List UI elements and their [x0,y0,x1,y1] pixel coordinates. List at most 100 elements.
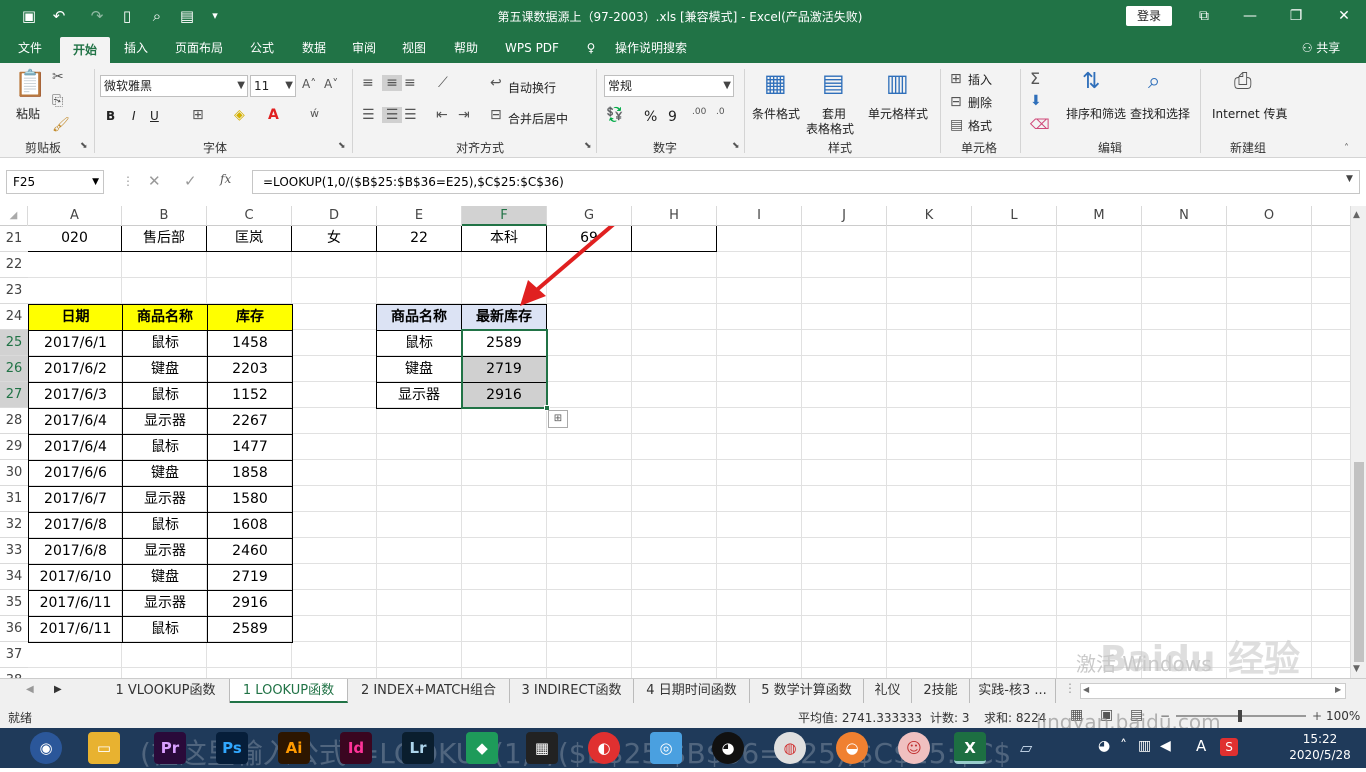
table-cell[interactable]: 1858 [207,460,293,487]
close-button[interactable]: ✕ [1332,6,1356,26]
minimize-button[interactable]: — [1238,6,1262,26]
find-select-button[interactable]: 查找和选择 [1130,105,1190,122]
row-header[interactable]: 30 [0,460,28,486]
horizontal-scrollbar[interactable]: ◀ ▶ [1080,683,1346,699]
redo-icon[interactable]: ↷ [86,6,108,26]
login-button[interactable]: 登录 [1126,6,1172,26]
clear-icon[interactable]: ⌫ [1030,117,1050,133]
app-avatar-icon[interactable]: ☺ [898,732,930,764]
merge-center-button[interactable]: 合并后居中 [508,110,568,127]
table-cell[interactable]: 2017/6/11 [28,616,123,643]
column-header-k[interactable]: K [887,206,972,226]
column-header-o[interactable]: O [1227,206,1312,226]
file-explorer-icon[interactable]: ▭ [88,732,120,764]
new-file-icon[interactable]: ▯ [116,6,138,26]
column-header-l[interactable]: L [972,206,1057,226]
row-header[interactable]: 25 [0,330,28,356]
align-left-icon[interactable]: ☰ [362,107,375,123]
table-cell[interactable]: 2017/6/4 [28,408,123,435]
align-middle-icon[interactable]: ≡ [382,75,402,91]
tab-data[interactable]: 数据 [292,33,336,63]
dialog-launcher-icon[interactable]: ⬊ [80,141,88,151]
column-header-j[interactable]: J [802,206,887,226]
internet-fax-button[interactable]: Internet 传真 [1212,105,1287,122]
prev-sheet-icon[interactable]: ◀ [26,684,34,695]
currency-icon[interactable]: 💱 [606,107,623,123]
font-size-select[interactable]: 11 ▼ [250,75,296,97]
align-right-icon[interactable]: ☰ [404,107,417,123]
column-header-d[interactable]: D [292,206,377,226]
row-header[interactable]: 32 [0,512,28,538]
row-header[interactable]: 38 [0,668,28,678]
sheet-tab-active[interactable]: 1 LOOKUP函数 [230,679,348,703]
table-cell[interactable]: 键盘 [122,356,208,383]
volume-icon[interactable]: ◀ [1160,738,1171,754]
table-cell[interactable]: 2017/6/4 [28,434,123,461]
table-cell[interactable]: 2017/6/8 [28,538,123,565]
insert-function-button[interactable]: fx [220,172,231,186]
conditional-format-icon[interactable]: ▦ [764,69,787,97]
orientation-icon[interactable]: ⟋ [438,75,448,91]
tab-formulas[interactable]: 公式 [240,33,284,63]
table-cell[interactable]: 1608 [207,512,293,539]
share-button[interactable]: ⚇ 共享 [1296,33,1346,63]
qq-icon[interactable]: ◕ [712,732,744,764]
network-icon[interactable]: ▥ [1138,738,1151,754]
insert-cells-button[interactable]: 插入 [968,71,992,88]
format-painter-icon[interactable]: 🖌 [52,117,70,133]
quick-analysis-icon[interactable]: ⊞ [548,410,568,428]
scroll-thumb[interactable] [1354,462,1364,662]
table-cell[interactable]: 键盘 [376,356,462,383]
font-color-icon[interactable]: A [268,107,279,123]
wrap-text-button[interactable]: 自动换行 [508,79,556,96]
save-icon[interactable]: ▣ [18,6,40,26]
drag-handle-icon[interactable]: ⋮ [122,174,134,188]
sheet-tab[interactable]: 4 日期时间函数 [634,679,750,703]
table-cell[interactable]: 鼠标 [122,512,208,539]
phonetic-icon[interactable]: ẃ [310,107,319,120]
cut-icon[interactable]: ✂ [52,69,64,85]
zoom-level[interactable]: 100% [1326,709,1360,723]
table-cell[interactable]: 1458 [207,330,293,357]
dialog-launcher-icon[interactable]: ⬊ [338,141,346,151]
align-top-icon[interactable]: ≡ [362,75,374,91]
table-cell[interactable]: 2017/6/1 [28,330,123,357]
row-header[interactable]: 36 [0,616,28,642]
table-cell[interactable]: 显示器 [122,538,208,565]
fill-color-icon[interactable]: ◈ [234,107,245,123]
input-method-icon[interactable]: A [1196,737,1206,755]
table-cell[interactable]: 显示器 [122,590,208,617]
sheet-tab[interactable]: 1 VLOOKUP函数 [102,679,230,703]
percent-button[interactable]: % [644,109,657,125]
shrink-font-icon[interactable]: A˅ [324,77,338,91]
stock-result-cell[interactable]: 2916 [461,382,547,409]
table-cell[interactable]: 2017/6/8 [28,512,123,539]
stock-result-cell[interactable]: 2589 [461,330,547,357]
premiere-icon[interactable]: Pr [154,732,186,764]
table-cell[interactable]: 020 [28,226,122,252]
table-cell[interactable]: 匡岚 [207,226,292,252]
sheet-tab[interactable]: 5 数学计算函数 [750,679,864,703]
table-cell[interactable]: 2460 [207,538,293,565]
table-cell[interactable]: 1580 [207,486,293,513]
table-cell[interactable]: 键盘 [122,460,208,487]
app-green-icon[interactable]: ◆ [466,732,498,764]
print-preview-icon[interactable]: ⌕ [146,6,168,26]
cell-styles-icon[interactable]: ▥ [886,69,909,97]
table-cell[interactable]: 鼠标 [122,330,208,357]
tab-file[interactable]: 文件 [8,33,52,63]
table-cell[interactable]: 鼠标 [122,382,208,409]
column-header-i[interactable]: I [717,206,802,226]
excel-icon[interactable]: X [954,732,986,764]
column-header-e[interactable]: E [377,206,462,226]
grow-font-icon[interactable]: A˄ [302,77,316,91]
video-editor-icon[interactable]: ▦ [526,732,558,764]
copy-icon[interactable]: ⎘ [52,93,63,109]
table-cell[interactable]: 2589 [207,616,293,643]
vertical-scrollbar[interactable]: ▲ ▼ [1350,206,1366,678]
font-name-select[interactable]: 微软雅黑 ▼ [100,75,248,97]
scroll-left-icon[interactable]: ◀ [1083,685,1089,694]
scroll-down-icon[interactable]: ▼ [1353,664,1360,674]
sogou-icon[interactable]: S [1220,738,1238,756]
next-sheet-icon[interactable]: ▶ [54,684,62,695]
